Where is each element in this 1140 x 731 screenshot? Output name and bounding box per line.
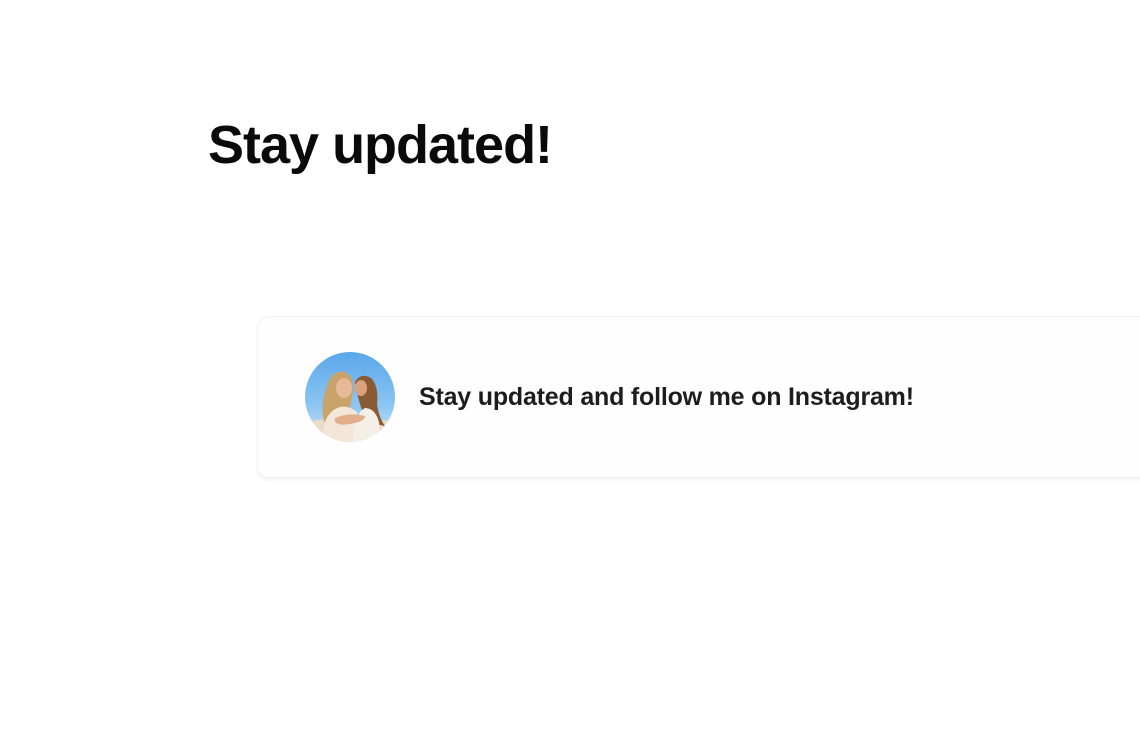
follow-instagram-text: Stay updated and follow me on Instagram! bbox=[419, 383, 914, 411]
page: Stay updated! Stay updated and follow me… bbox=[0, 0, 1140, 731]
avatar-photo-icon bbox=[305, 352, 395, 442]
instagram-follow-card[interactable]: Stay updated and follow me on Instagram! bbox=[257, 316, 1140, 478]
section-title: Stay updated! bbox=[208, 115, 553, 175]
avatar bbox=[305, 352, 395, 442]
